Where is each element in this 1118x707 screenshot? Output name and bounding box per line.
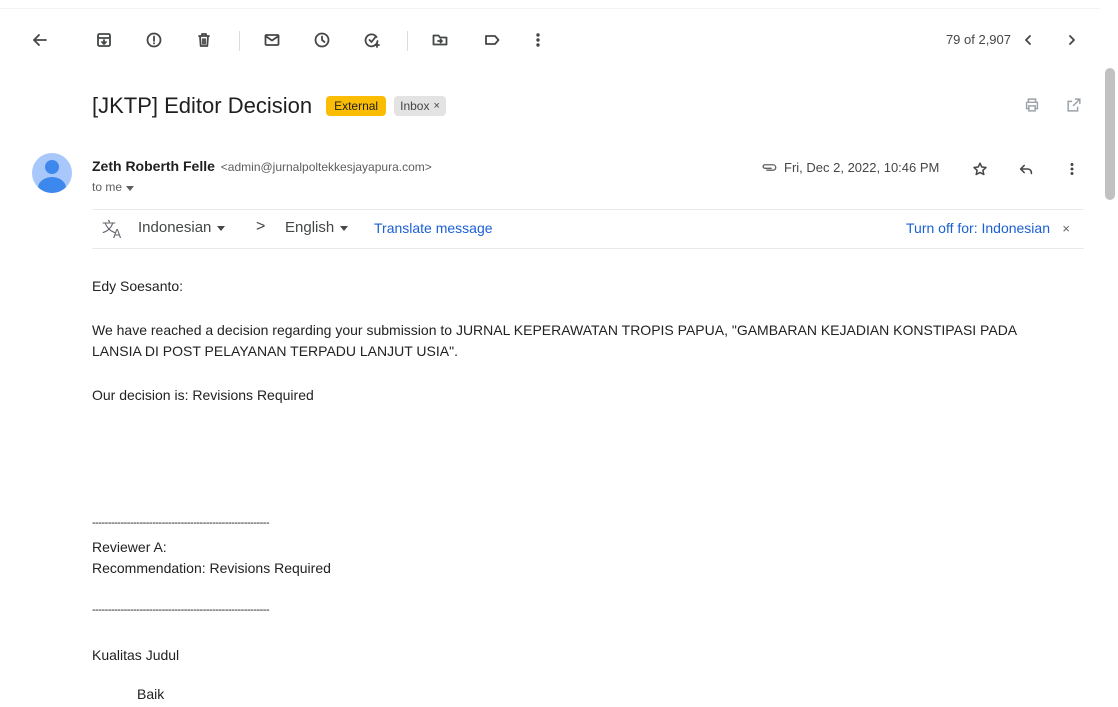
dropdown-triangle-icon xyxy=(126,185,135,191)
translate-icon: 文A xyxy=(102,219,124,241)
reply-icon xyxy=(1019,164,1033,175)
message-meta: Fri, Dec 2, 2022, 10:46 PM xyxy=(760,158,939,176)
sender-line: Zeth Roberth Felle <admin@jurnalpoltekke… xyxy=(92,158,432,174)
translate-message-link[interactable]: Translate message xyxy=(374,220,493,236)
decision-paragraph-line-2: LANSIA DI POST PELAYANAN TERPADU LANJUT … xyxy=(92,343,458,359)
add-task-button[interactable] xyxy=(352,20,392,60)
star-icon xyxy=(973,162,987,176)
chevron-right-icon xyxy=(1069,35,1075,45)
move-to-button[interactable] xyxy=(420,20,460,60)
sender-name[interactable]: Zeth Roberth Felle xyxy=(92,158,215,174)
open-new-window-button[interactable] xyxy=(1062,93,1086,117)
source-language-select[interactable]: Indonesian xyxy=(138,219,226,236)
reviewer-label: Reviewer A: xyxy=(92,539,167,555)
body-divider: ----------------------------------------… xyxy=(92,604,270,616)
snooze-icon xyxy=(314,32,330,48)
older-button[interactable] xyxy=(1052,20,1092,60)
newer-button[interactable] xyxy=(1008,20,1048,60)
chevron-down-icon xyxy=(217,226,226,231)
pagination-count: 79 of 2,907 xyxy=(945,32,1011,47)
back-button[interactable] xyxy=(20,20,60,60)
greeting: Edy Soesanto: xyxy=(92,278,184,294)
report-spam-button[interactable] xyxy=(134,20,174,60)
sender-email: <admin@jurnalpoltekkesjayapura.com> xyxy=(220,160,432,174)
move-to-icon xyxy=(432,34,448,46)
reply-button[interactable] xyxy=(1010,153,1042,185)
remove-label-button[interactable]: × xyxy=(433,100,439,112)
star-button[interactable] xyxy=(964,153,996,185)
back-arrow-icon xyxy=(33,34,47,46)
decision-line: Our decision is: Revisions Required xyxy=(92,387,314,403)
attachment-icon xyxy=(762,164,777,171)
toolbar-separator xyxy=(239,31,240,51)
email-subject: [JKTP] Editor Decision xyxy=(92,93,313,118)
translate-bar: 文A Indonesian > English Translate messag… xyxy=(92,209,1084,249)
report-spam-icon xyxy=(146,32,162,48)
recipients-label: to me xyxy=(92,180,123,194)
target-language-select[interactable]: English xyxy=(285,219,349,236)
label-icon xyxy=(485,35,500,45)
print-icon xyxy=(1025,98,1039,112)
chevron-left-icon xyxy=(1025,35,1031,45)
mark-unread-button[interactable] xyxy=(252,20,292,60)
more-vert-icon xyxy=(1070,163,1074,175)
turn-off-translation-link[interactable]: Turn off for: Indonesian xyxy=(906,220,1050,236)
print-all-button[interactable] xyxy=(1020,93,1044,117)
external-badge: External xyxy=(326,96,387,116)
more-button[interactable] xyxy=(518,20,558,60)
mark-unread-icon xyxy=(264,34,280,46)
toolbar-separator xyxy=(407,31,408,51)
top-divider xyxy=(0,8,1100,9)
scrollbar-thumb[interactable] xyxy=(1105,68,1115,200)
subject-row: [JKTP] Editor Decision External Inbox × xyxy=(92,88,446,124)
sender-avatar[interactable] xyxy=(32,153,72,193)
source-language-label: Indonesian xyxy=(138,219,212,236)
delete-icon xyxy=(198,33,210,47)
avatar-head xyxy=(45,160,59,174)
label-button[interactable] xyxy=(472,20,512,60)
more-vert-icon xyxy=(536,33,540,47)
section-heading: Kualitas Judul xyxy=(92,647,180,663)
inbox-label-text: Inbox xyxy=(400,99,430,113)
delete-button[interactable] xyxy=(184,20,224,60)
archive-button[interactable] xyxy=(84,20,124,60)
snooze-button[interactable] xyxy=(302,20,342,60)
section-value: Baik xyxy=(137,686,165,702)
decision-paragraph-line-1: We have reached a decision regarding you… xyxy=(92,322,1018,338)
message-date: Fri, Dec 2, 2022, 10:46 PM xyxy=(784,159,940,175)
avatar-body xyxy=(38,177,66,193)
more-message-actions-button[interactable] xyxy=(1056,153,1088,185)
body-divider: ----------------------------------------… xyxy=(92,517,270,529)
archive-icon xyxy=(97,33,111,47)
recommendation-line: Recommendation: Revisions Required xyxy=(92,560,331,576)
translate-direction-icon: > xyxy=(256,218,266,235)
target-language-label: English xyxy=(285,219,335,236)
chevron-down-icon xyxy=(340,226,349,231)
email-toolbar xyxy=(0,20,1100,60)
recipients-details-toggle[interactable]: to me xyxy=(92,180,135,194)
inbox-label-chip[interactable]: Inbox × xyxy=(394,96,446,116)
svg-text:A: A xyxy=(113,227,122,239)
popout-icon xyxy=(1067,98,1081,112)
add-task-icon xyxy=(364,33,380,48)
close-translate-bar-button[interactable]: × xyxy=(1062,221,1070,236)
